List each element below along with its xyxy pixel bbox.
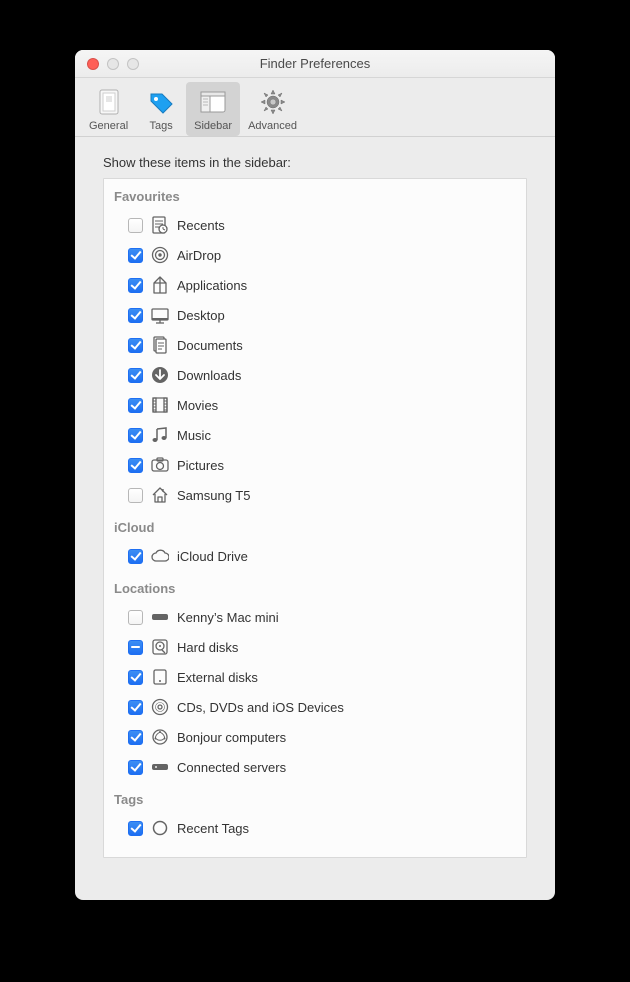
item-label: External disks bbox=[177, 670, 258, 685]
checkbox[interactable] bbox=[128, 760, 143, 775]
sidebar-item-row: Bonjour computers bbox=[114, 722, 516, 752]
macmini-icon bbox=[151, 608, 169, 626]
item-label: Applications bbox=[177, 278, 247, 293]
close-button[interactable] bbox=[87, 58, 99, 70]
hdd-icon bbox=[151, 638, 169, 656]
checkbox[interactable] bbox=[128, 458, 143, 473]
sidebar-item-row: CDs, DVDs and iOS Devices bbox=[114, 692, 516, 722]
item-label: CDs, DVDs and iOS Devices bbox=[177, 700, 344, 715]
sidebar-item-row: Samsung T5 bbox=[114, 480, 516, 510]
zoom-button[interactable] bbox=[127, 58, 139, 70]
toolbar-label-sidebar: Sidebar bbox=[194, 120, 232, 132]
sidebar-icon bbox=[197, 86, 229, 118]
sidebar-item-row: External disks bbox=[114, 662, 516, 692]
checkbox[interactable] bbox=[128, 549, 143, 564]
sidebar-item-row: Music bbox=[114, 420, 516, 450]
checkbox[interactable] bbox=[128, 488, 143, 503]
sidebar-item-row: Connected servers bbox=[114, 752, 516, 782]
content-area: Show these items in the sidebar: Favouri… bbox=[75, 137, 555, 876]
checkbox[interactable] bbox=[128, 821, 143, 836]
desktop-icon bbox=[151, 306, 169, 324]
toolbar-label-general: General bbox=[89, 120, 128, 132]
item-label: AirDrop bbox=[177, 248, 221, 263]
sidebar-item-row: Recents bbox=[114, 210, 516, 240]
heading: Show these items in the sidebar: bbox=[103, 155, 527, 170]
sidebar-item-row: AirDrop bbox=[114, 240, 516, 270]
sidebar-item-row: Downloads bbox=[114, 360, 516, 390]
checkbox[interactable] bbox=[128, 428, 143, 443]
item-label: Bonjour computers bbox=[177, 730, 286, 745]
sidebar-item-row: Recent Tags bbox=[114, 813, 516, 843]
pictures-icon bbox=[151, 456, 169, 474]
item-label: Samsung T5 bbox=[177, 488, 250, 503]
item-label: Recent Tags bbox=[177, 821, 249, 836]
checkbox[interactable] bbox=[128, 610, 143, 625]
preferences-window: Finder Preferences General Tags bbox=[75, 50, 555, 900]
title-bar: Finder Preferences bbox=[75, 50, 555, 78]
airdrop-icon bbox=[151, 246, 169, 264]
cloud-icon bbox=[151, 547, 169, 565]
toolbar: General Tags bbox=[75, 78, 555, 137]
checkbox[interactable] bbox=[128, 338, 143, 353]
sidebar-item-row: Desktop bbox=[114, 300, 516, 330]
item-label: Hard disks bbox=[177, 640, 238, 655]
checkbox[interactable] bbox=[128, 730, 143, 745]
movies-icon bbox=[151, 396, 169, 414]
item-label: Desktop bbox=[177, 308, 225, 323]
section-header: Tags bbox=[114, 792, 516, 807]
section-header: Locations bbox=[114, 581, 516, 596]
sidebar-item-row: Applications bbox=[114, 270, 516, 300]
item-label: Movies bbox=[177, 398, 218, 413]
window-title: Finder Preferences bbox=[75, 56, 555, 71]
music-icon bbox=[151, 426, 169, 444]
sidebar-items-box: Favourites Recents AirDrop Applications Desk… bbox=[103, 178, 527, 858]
item-label: Connected servers bbox=[177, 760, 286, 775]
sidebar-item-row: Hard disks bbox=[114, 632, 516, 662]
sidebar-item-row: iCloud Drive bbox=[114, 541, 516, 571]
minimize-button[interactable] bbox=[107, 58, 119, 70]
external-icon bbox=[151, 668, 169, 686]
toolbar-tab-advanced[interactable]: Advanced bbox=[240, 82, 305, 136]
traffic-lights bbox=[75, 58, 139, 70]
item-label: iCloud Drive bbox=[177, 549, 248, 564]
checkbox[interactable] bbox=[128, 248, 143, 263]
circle-icon bbox=[151, 819, 169, 837]
documents-icon bbox=[151, 336, 169, 354]
bonjour-icon bbox=[151, 728, 169, 746]
item-label: Pictures bbox=[177, 458, 224, 473]
toolbar-tab-sidebar[interactable]: Sidebar bbox=[186, 82, 240, 136]
sidebar-item-row: Movies bbox=[114, 390, 516, 420]
general-icon bbox=[93, 86, 125, 118]
item-label: Recents bbox=[177, 218, 225, 233]
home-icon bbox=[151, 486, 169, 504]
toolbar-tab-tags[interactable]: Tags bbox=[136, 82, 186, 136]
item-label: Documents bbox=[177, 338, 243, 353]
apps-icon bbox=[151, 276, 169, 294]
downloads-icon bbox=[151, 366, 169, 384]
disc-icon bbox=[151, 698, 169, 716]
checkbox[interactable] bbox=[128, 700, 143, 715]
sidebar-item-row: Documents bbox=[114, 330, 516, 360]
sidebar-item-row: Kenny’s Mac mini bbox=[114, 602, 516, 632]
sidebar-item-row: Pictures bbox=[114, 450, 516, 480]
checkbox[interactable] bbox=[128, 640, 143, 655]
checkbox[interactable] bbox=[128, 218, 143, 233]
checkbox[interactable] bbox=[128, 308, 143, 323]
section-header: Favourites bbox=[114, 189, 516, 204]
server-icon bbox=[151, 758, 169, 776]
section-header: iCloud bbox=[114, 520, 516, 535]
clock-doc-icon bbox=[151, 216, 169, 234]
item-label: Downloads bbox=[177, 368, 241, 383]
item-label: Kenny’s Mac mini bbox=[177, 610, 279, 625]
item-label: Music bbox=[177, 428, 211, 443]
toolbar-label-advanced: Advanced bbox=[248, 120, 297, 132]
checkbox[interactable] bbox=[128, 368, 143, 383]
toolbar-tab-general[interactable]: General bbox=[81, 82, 136, 136]
toolbar-label-tags: Tags bbox=[150, 120, 173, 132]
tags-icon bbox=[145, 86, 177, 118]
checkbox[interactable] bbox=[128, 398, 143, 413]
advanced-icon bbox=[257, 86, 289, 118]
checkbox[interactable] bbox=[128, 670, 143, 685]
checkbox[interactable] bbox=[128, 278, 143, 293]
